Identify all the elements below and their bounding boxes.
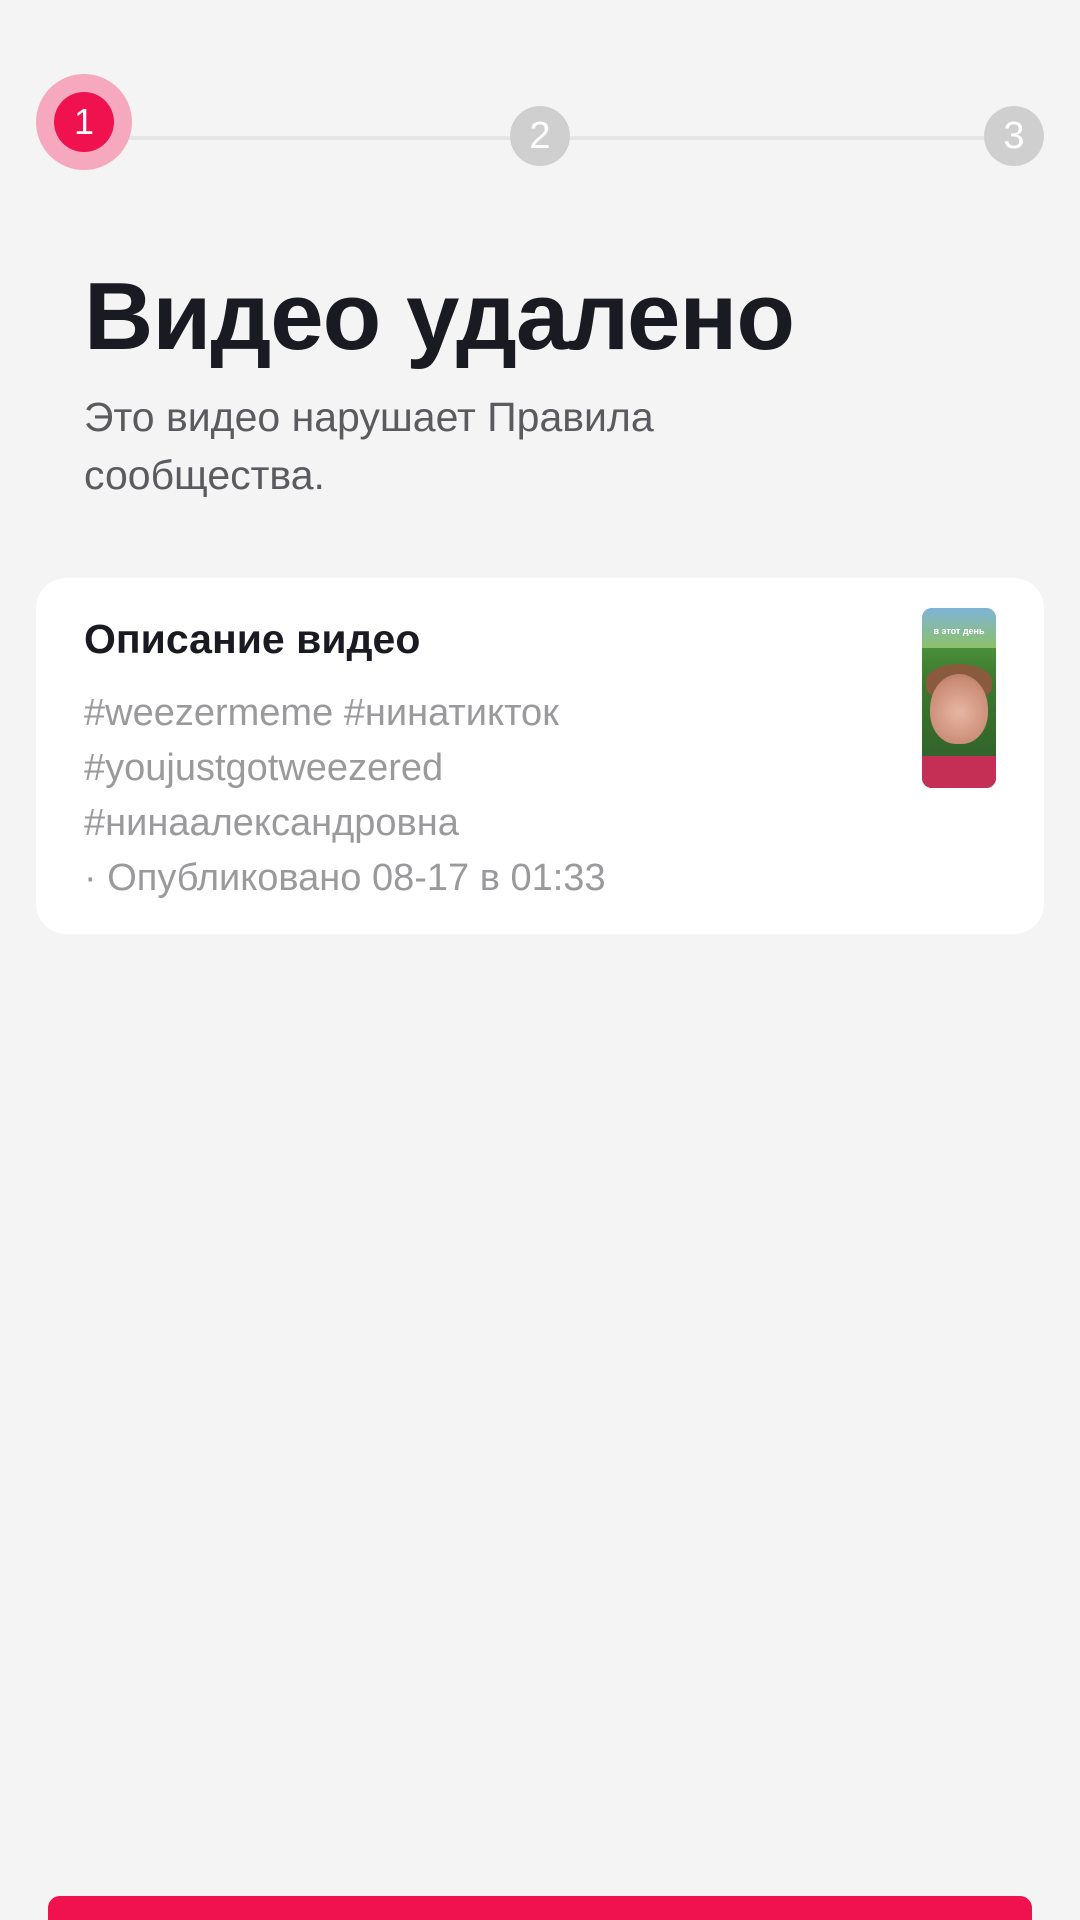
removal-notice-screen: 1 2 3 Видео удалено Это видео нарушает П… <box>0 0 1080 1920</box>
step-1-indicator: 1 <box>54 92 114 152</box>
published-date: · Опубликовано 08-17 в 01:33 <box>84 857 606 899</box>
thumbnail-caption: в этот день <box>933 626 985 636</box>
hashtag-line: #youjustgotweezered <box>84 747 444 789</box>
video-description: #weezermeme #нинатикток #youjustgotweeze… <box>84 686 844 906</box>
step-3-indicator: 3 <box>984 106 1044 166</box>
thumbnail-face <box>930 674 988 744</box>
video-thumbnail[interactable]: в этот день <box>922 608 996 788</box>
video-description-card: Описание видео #weezermeme #нинатикток #… <box>36 578 1044 934</box>
hashtag-line: #weezermeme #нинатикток <box>84 692 559 734</box>
page-subtitle: Это видео нарушает Правила сообщества. <box>84 394 654 498</box>
page-title: Видео удалено <box>84 263 795 370</box>
hashtag-line: #нинаалександровна <box>84 802 459 844</box>
primary-action-button[interactable] <box>48 1896 1032 1920</box>
card-title: Описание видео <box>84 616 421 662</box>
step-2-indicator: 2 <box>510 106 570 166</box>
progress-stepper: 1 2 3 <box>36 92 1044 176</box>
thumbnail-shirt <box>922 756 996 788</box>
